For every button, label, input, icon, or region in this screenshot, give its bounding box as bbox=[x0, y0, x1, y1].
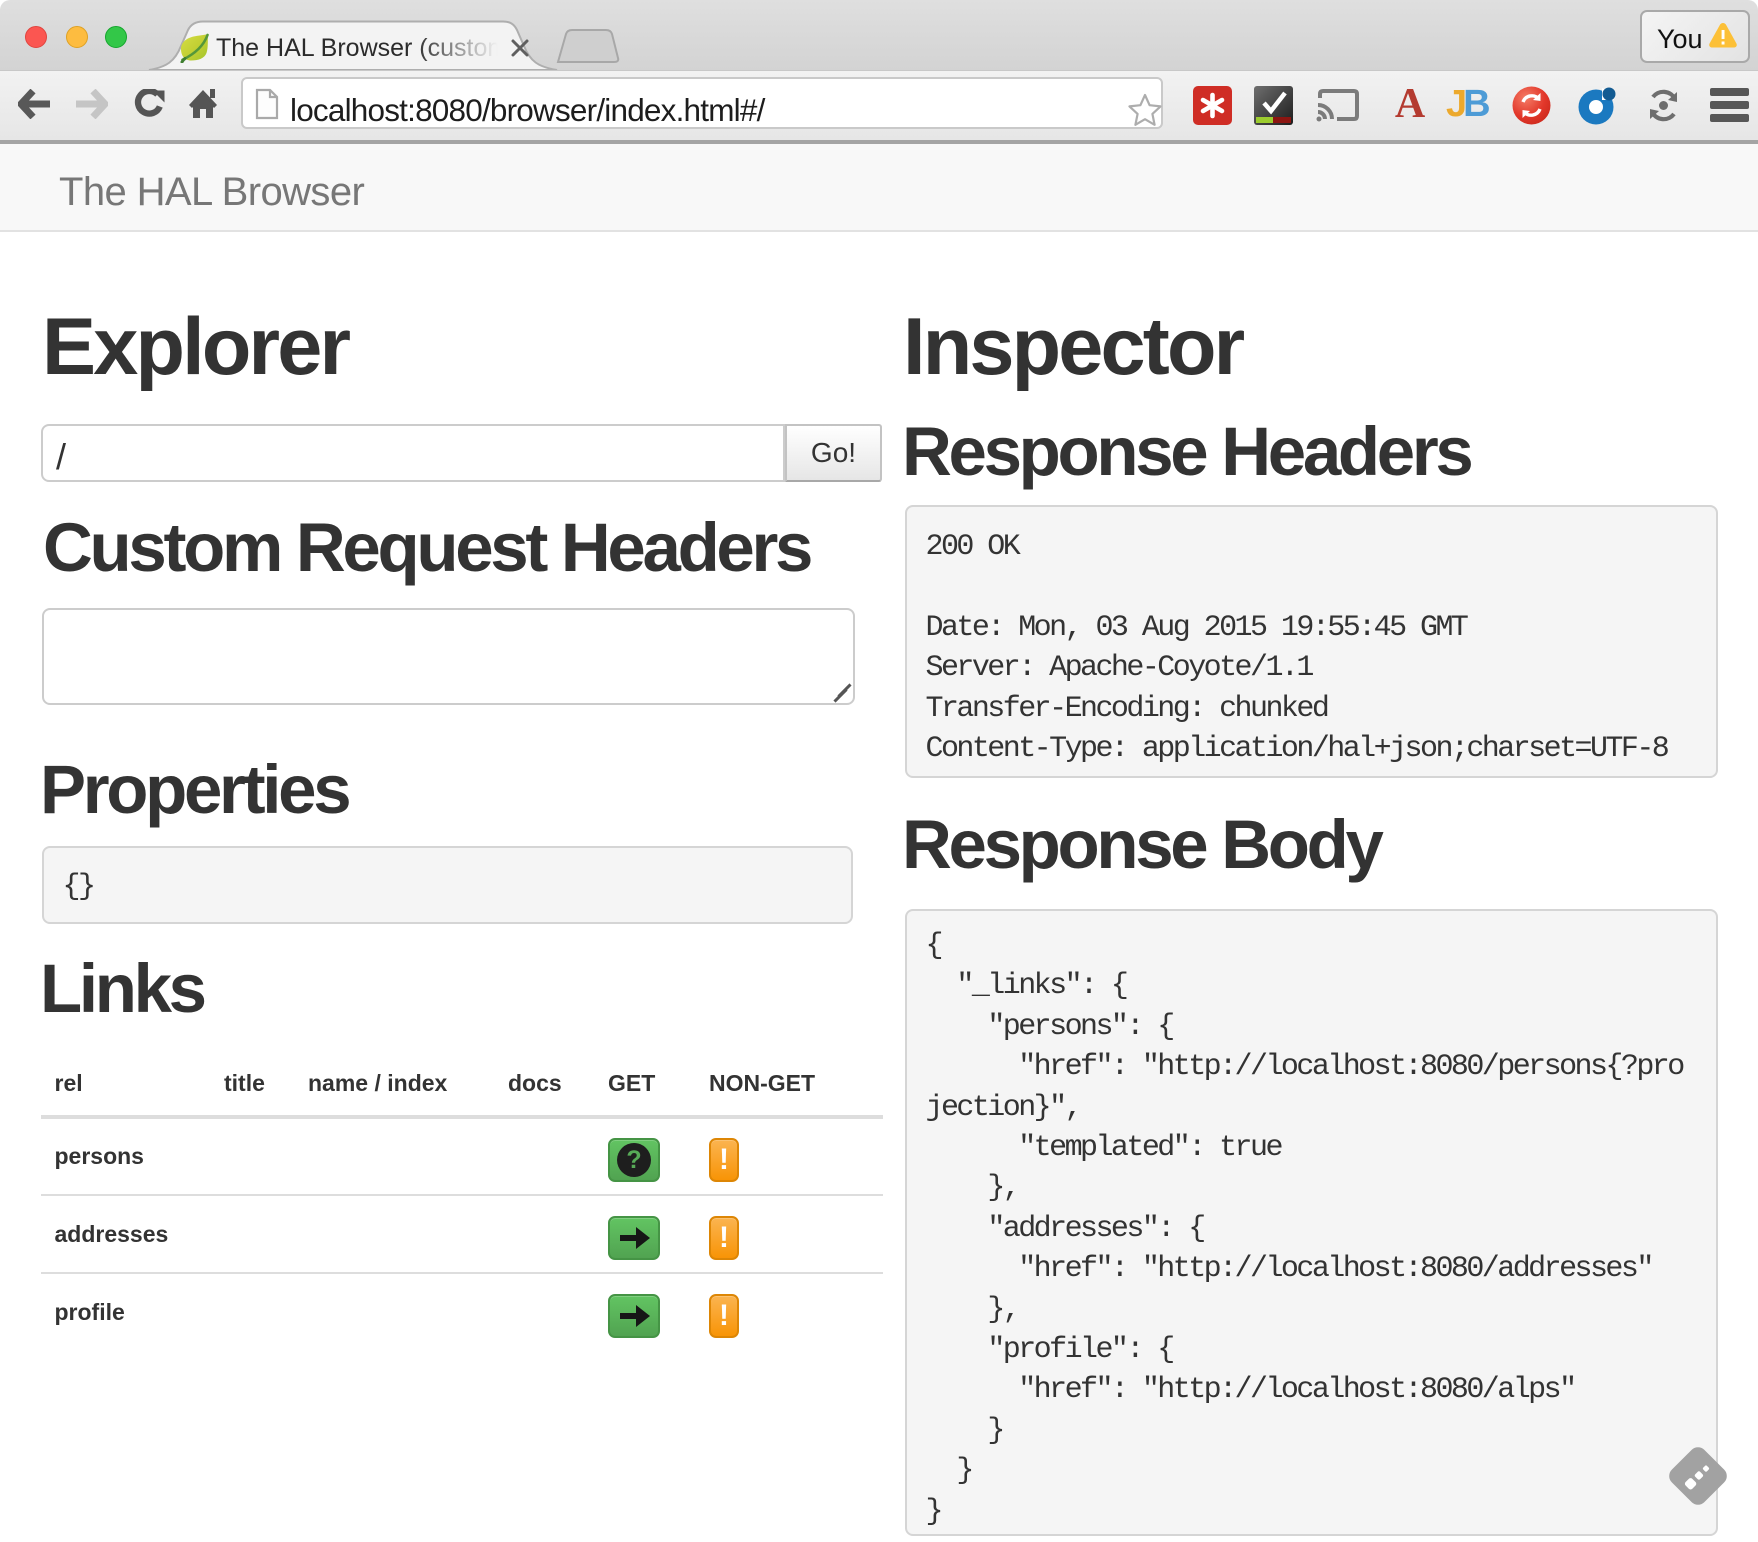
svg-text:?: ? bbox=[626, 1146, 641, 1174]
